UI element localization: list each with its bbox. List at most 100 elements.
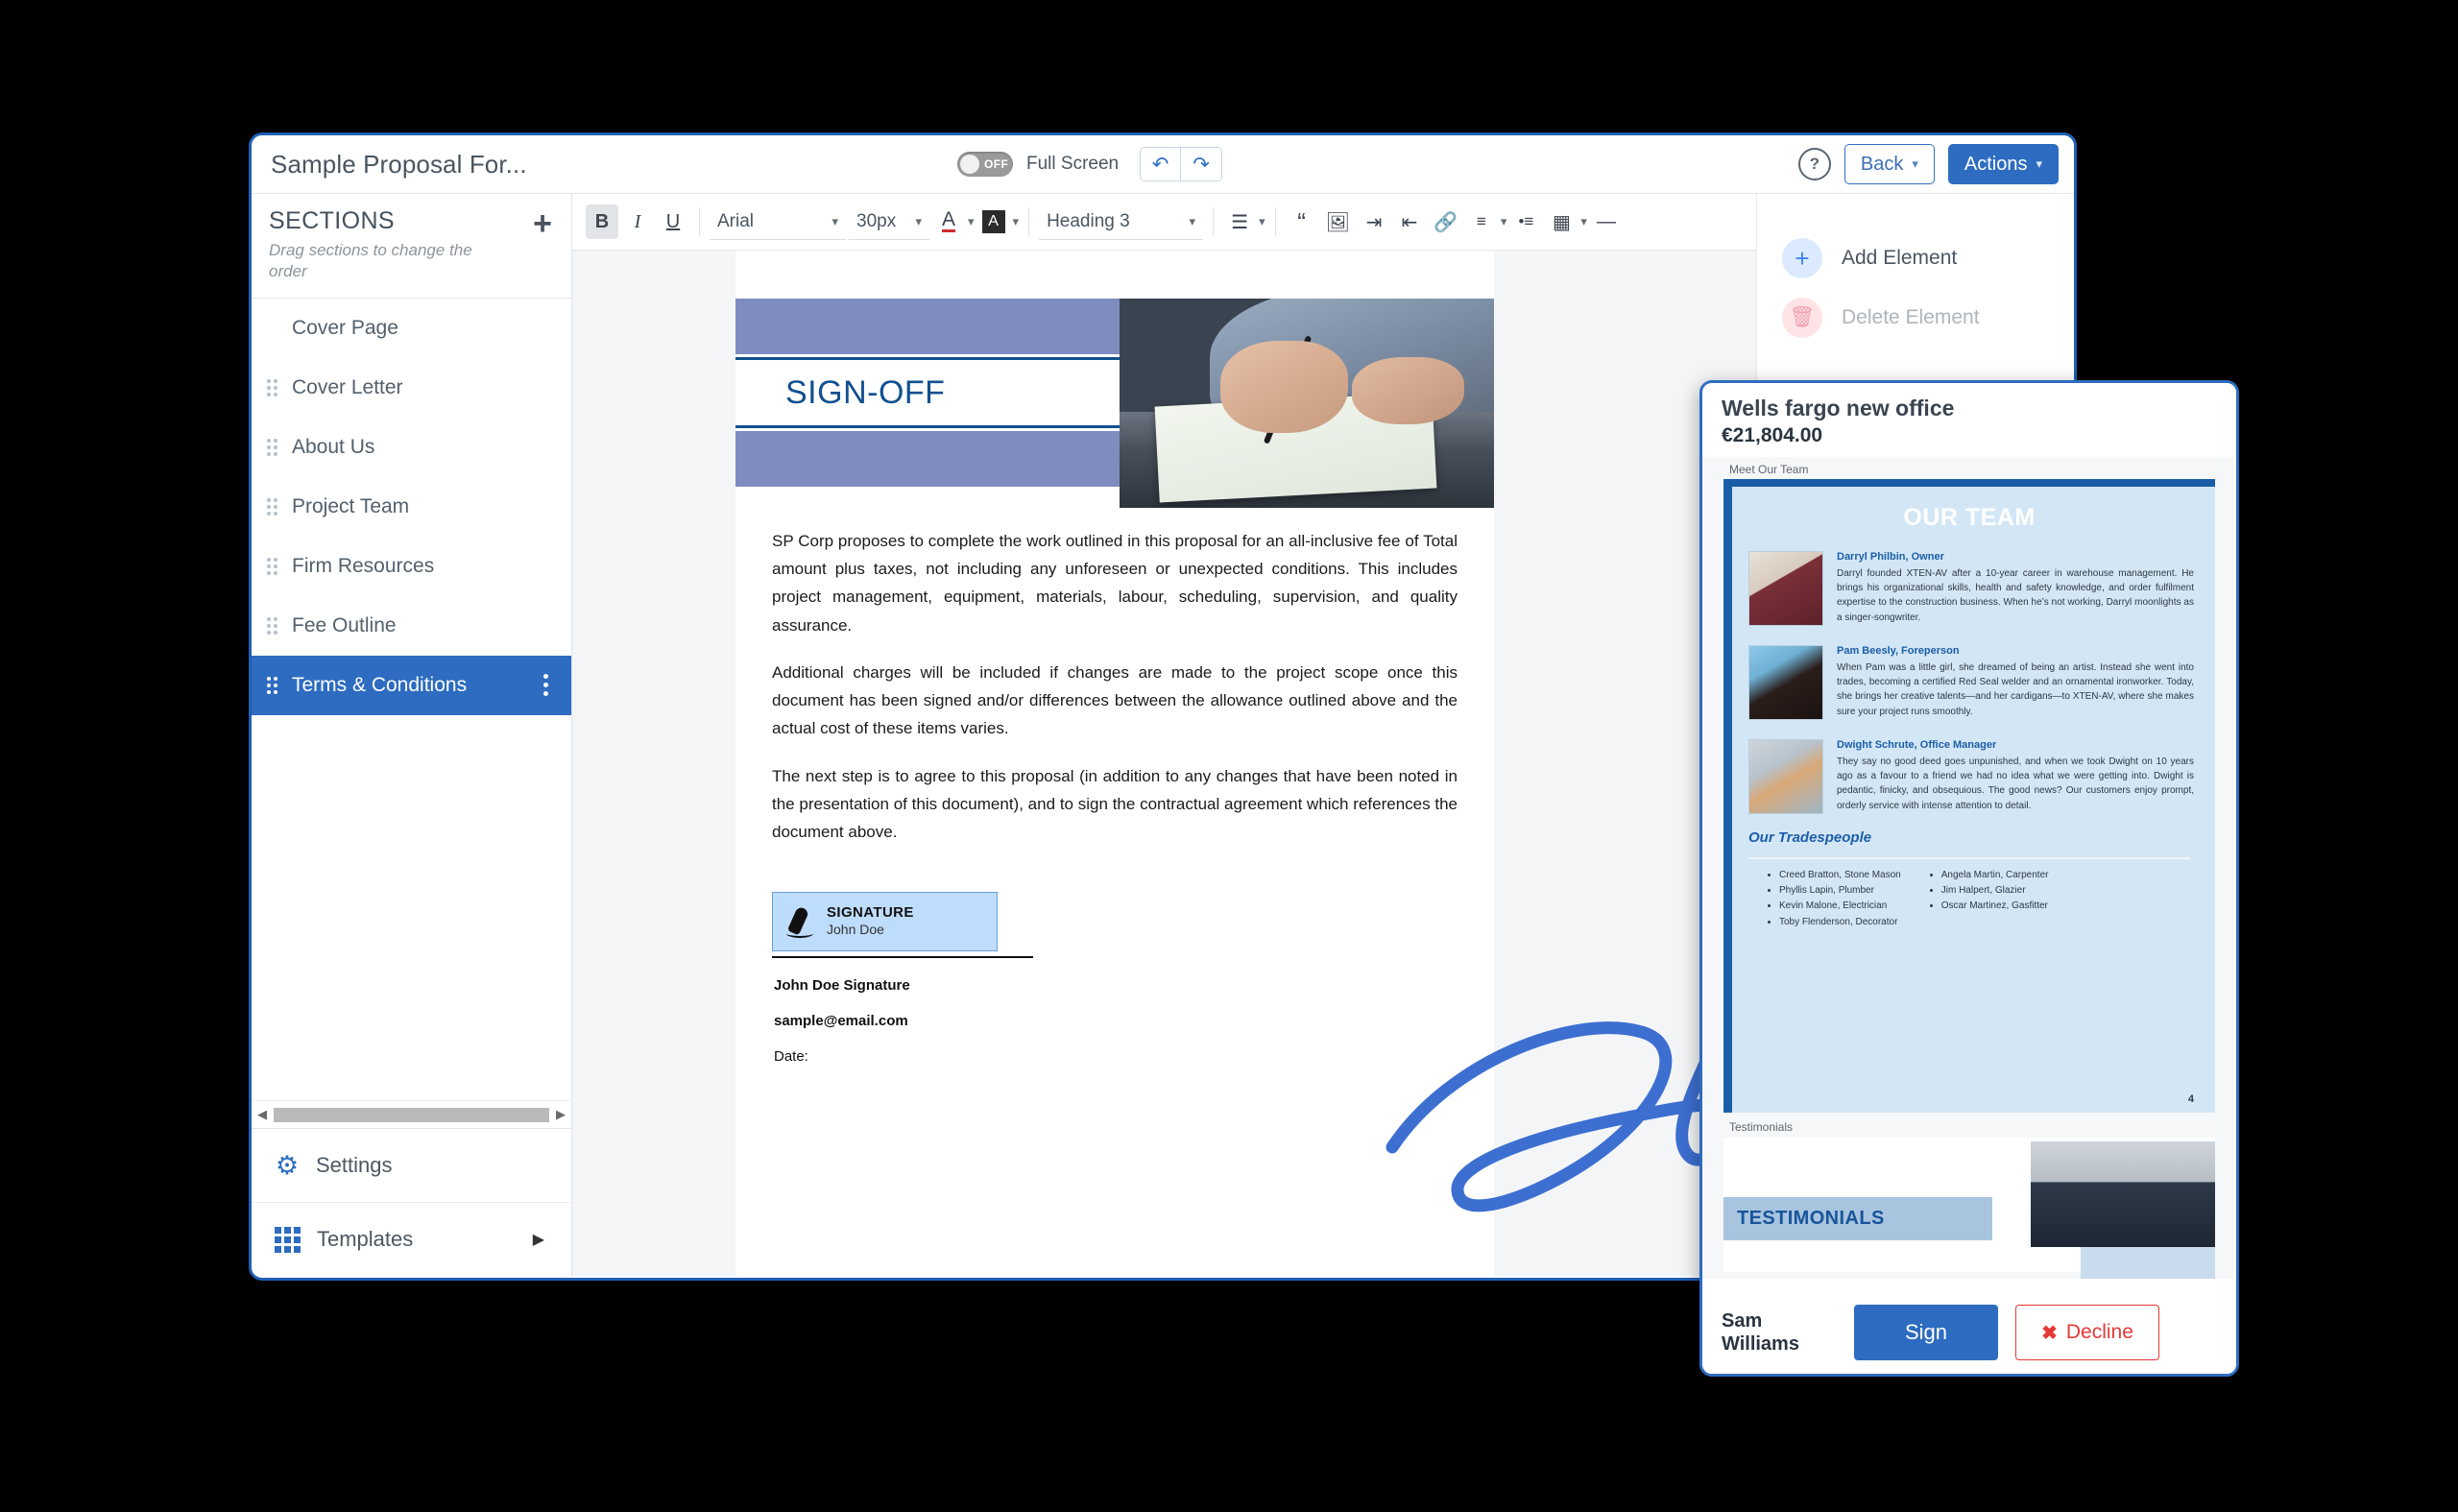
undo-icon[interactable]: ↶: [1141, 148, 1182, 180]
toggle-state-label: OFF: [984, 157, 1009, 171]
preview-scroll-area[interactable]: Meet Our Team OUR TEAM Darryl Philbin, O…: [1702, 457, 2236, 1279]
drag-handle-icon[interactable]: [267, 676, 280, 694]
list-item: Toby Flenderson, Decorator: [1779, 915, 1901, 930]
sidebar-item-settings[interactable]: ⚙ Settings: [252, 1129, 571, 1203]
avatar: [1748, 645, 1823, 720]
sidebar-item-cover-page[interactable]: Cover Page: [252, 299, 571, 358]
header-right-controls: ? Back ▾ Actions ▾: [1797, 135, 2059, 193]
back-button[interactable]: Back ▾: [1844, 144, 1935, 184]
signer-name: Sam Williams: [1722, 1309, 1837, 1356]
link-icon[interactable]: 🔗: [1429, 204, 1462, 239]
toolbar-divider: [1028, 207, 1030, 236]
drag-handle-icon[interactable]: [267, 497, 280, 516]
font-size-select[interactable]: 30px ▾: [849, 204, 929, 240]
add-element-label: Add Element: [1842, 247, 1958, 269]
highlight-color-icon[interactable]: A: [977, 204, 1010, 239]
team-bio: Darryl Philbin, Owner Darryl founded XTE…: [1748, 551, 2194, 626]
horizontal-rule-icon[interactable]: —: [1590, 204, 1623, 239]
signoff-title: SIGN-OFF: [785, 373, 946, 411]
list-item: Kevin Malone, Electrician: [1779, 899, 1901, 914]
scroll-right-icon[interactable]: ▶: [556, 1107, 566, 1122]
signature-field[interactable]: SIGNATURE John Doe: [772, 892, 998, 952]
signature-field-text: SIGNATURE John Doe: [827, 904, 914, 939]
sidebar-item-about-us[interactable]: About Us: [252, 418, 571, 477]
banner-rule: [735, 425, 1120, 428]
sidebar-item-templates[interactable]: Templates ▶: [252, 1203, 571, 1276]
font-family-value: Arial: [717, 210, 755, 231]
document-page: SIGN-OFF SP Corp proposes to complete th…: [735, 251, 1494, 1276]
scroll-left-icon[interactable]: ◀: [257, 1107, 267, 1122]
bold-button[interactable]: B: [586, 204, 618, 239]
font-family-select[interactable]: Arial ▾: [710, 204, 846, 240]
delete-element-button[interactable]: 🗑 Delete Element: [1757, 288, 2074, 348]
chevron-down-icon[interactable]: ▾: [968, 214, 975, 229]
testimonials-heading: TESTIMONIALS: [1737, 1208, 1885, 1229]
scrollbar-thumb[interactable]: [274, 1107, 549, 1122]
add-section-button[interactable]: +: [533, 207, 552, 240]
insert-image-icon[interactable]: 🖼: [1321, 204, 1355, 239]
sidebar-item-firm-resources[interactable]: Firm Resources: [252, 537, 571, 596]
chevron-down-icon: ▾: [831, 213, 838, 228]
unordered-list-icon[interactable]: •≡: [1509, 204, 1542, 239]
sidebar-footer: ⚙ Settings Templates ▶: [252, 1128, 571, 1276]
bio-name: Dwight Schrute, Office Manager: [1837, 739, 1997, 751]
underline-button[interactable]: U: [657, 204, 689, 239]
doc-paragraph: SP Corp proposes to complete the work ou…: [772, 532, 1458, 635]
sidebar-horizontal-scrollbar[interactable]: ◀ ▶: [252, 1100, 571, 1128]
drag-handle-icon[interactable]: [267, 378, 280, 396]
boardroom-photo: [2031, 1141, 2215, 1247]
table-icon[interactable]: ▦: [1545, 204, 1578, 239]
actions-button[interactable]: Actions ▾: [1947, 144, 2059, 184]
chevron-down-icon[interactable]: ▾: [1013, 214, 1020, 229]
add-element-button[interactable]: + Add Element: [1757, 228, 2074, 288]
text-color-icon[interactable]: A: [932, 204, 965, 239]
drag-handle-icon[interactable]: [267, 557, 280, 575]
page-title: Sample Proposal For...: [271, 149, 527, 179]
app-header: Sample Proposal For... OFF Full Screen ↶…: [252, 135, 2074, 194]
redo-icon[interactable]: ↷: [1181, 148, 1222, 180]
drag-handle-icon[interactable]: [267, 438, 280, 456]
italic-button[interactable]: I: [621, 204, 654, 239]
document-canvas[interactable]: SIGN-OFF SP Corp proposes to complete th…: [572, 251, 1756, 1276]
preview-title: Wells fargo new office: [1722, 396, 1955, 420]
back-button-label: Back: [1860, 153, 1904, 175]
avatar: [1748, 739, 1823, 814]
chevron-down-icon[interactable]: ▾: [1259, 214, 1265, 229]
signature-field-title: SIGNATURE: [827, 904, 914, 922]
banner-rule: [735, 357, 1120, 360]
plus-icon: +: [1782, 238, 1822, 278]
sidebar-item-label: Terms & Conditions: [292, 673, 468, 696]
sidebar-item-terms-conditions[interactable]: Terms & Conditions: [252, 655, 571, 715]
fullscreen-toggle[interactable]: OFF: [957, 152, 1013, 177]
help-icon[interactable]: ?: [1797, 148, 1831, 180]
list-item: Phyllis Lapin, Plumber: [1779, 883, 1901, 899]
sidebar-item-fee-outline[interactable]: Fee Outline: [252, 596, 571, 656]
sidebar-item-project-team[interactable]: Project Team: [252, 477, 571, 537]
blockquote-icon[interactable]: “: [1286, 204, 1318, 239]
drag-handle-icon[interactable]: [267, 616, 280, 635]
align-left-icon[interactable]: ☰: [1223, 204, 1256, 239]
heading-select[interactable]: Heading 3 ▾: [1039, 204, 1204, 240]
tradespeople-lists: Creed Bratton, Stone Mason Phyllis Lapin…: [1766, 868, 2190, 930]
close-icon: ✖: [2041, 1322, 2058, 1344]
tradespeople-column-2: Angela Martin, Carpenter Jim Halpert, Gl…: [1928, 868, 2049, 930]
delete-element-label: Delete Element: [1842, 306, 1980, 328]
signature-rule: [772, 956, 1033, 959]
indent-decrease-icon[interactable]: ⇤: [1393, 204, 1426, 239]
tradespeople-heading: Our Tradespeople: [1748, 829, 1872, 846]
sign-button[interactable]: Sign: [1854, 1305, 1998, 1360]
indent-increase-icon[interactable]: ⇥: [1358, 204, 1390, 239]
bio-text-block: Darryl Philbin, Owner Darryl founded XTE…: [1837, 551, 2194, 626]
section-options-icon[interactable]: [543, 674, 548, 696]
signature-date-label: Date:: [774, 1048, 808, 1066]
sidebar-item-cover-letter[interactable]: Cover Letter: [252, 358, 571, 418]
banner-title-band: SIGN-OFF: [735, 363, 1120, 422]
chevron-down-icon[interactable]: ▾: [1501, 214, 1507, 229]
chevron-down-icon[interactable]: ▾: [1580, 214, 1587, 229]
testimonials-band: TESTIMONIALS: [1723, 1197, 1992, 1240]
ordered-list-icon[interactable]: ≡: [1465, 204, 1498, 239]
formatting-toolbar: B I U Arial ▾ 30px ▾ A ▾ A ▾ Heading 3 ▾…: [572, 194, 1756, 251]
signature-name-line: John Doe Signature: [774, 977, 910, 995]
decline-button[interactable]: ✖ Decline: [2015, 1305, 2159, 1360]
trash-icon: 🗑: [1782, 298, 1822, 338]
